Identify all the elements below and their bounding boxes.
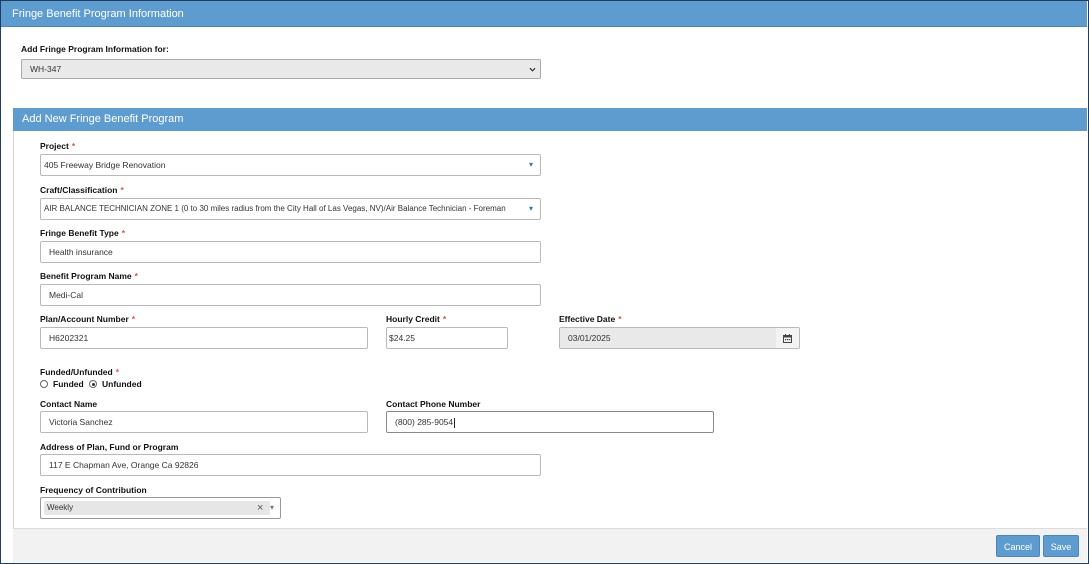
- frequency-value: Weekly: [47, 503, 74, 512]
- page-header: Fringe Benefit Program Information: [1, 1, 1087, 27]
- caret-down-icon: ▾: [528, 204, 533, 213]
- required-marker: *: [618, 314, 622, 324]
- effective-date-label: Effective Date *: [559, 314, 622, 324]
- contact-name-value: Victoria Sanchez: [49, 417, 113, 427]
- benefit-type-value: Health insurance: [49, 247, 113, 257]
- required-marker: *: [442, 314, 447, 324]
- address-label: Address of Plan, Fund or Program: [40, 442, 179, 452]
- save-button[interactable]: Save: [1043, 535, 1079, 557]
- chevron-down-icon: [529, 67, 536, 72]
- required-marker: *: [71, 141, 76, 151]
- hourly-credit-input[interactable]: $24.25: [386, 327, 508, 349]
- program-name-value: Medi-Cal: [49, 290, 84, 300]
- text-cursor: [454, 417, 456, 428]
- program-name-input[interactable]: Medi-Cal: [40, 284, 541, 306]
- benefit-type-input[interactable]: Health insurance: [40, 241, 541, 263]
- craft-label-text: Craft/Classification: [40, 185, 118, 195]
- required-marker: *: [115, 367, 120, 377]
- effective-date-label-text: Effective Date: [559, 314, 616, 324]
- page-title: Fringe Benefit Program Information: [12, 8, 184, 20]
- contact-name-input[interactable]: Victoria Sanchez: [40, 411, 368, 433]
- address-value: 117 E Chapman Ave, Orange Ca 92826: [49, 460, 199, 470]
- benefit-type-label: Fringe Benefit Type *: [40, 228, 125, 238]
- hourly-credit-label-text: Hourly Credit: [386, 314, 440, 324]
- form-footer: [13, 528, 1087, 562]
- frequency-tag: Weekly: [44, 501, 270, 515]
- program-name-label: Benefit Program Name *: [40, 271, 138, 281]
- cancel-button[interactable]: Cancel: [996, 535, 1040, 557]
- craft-select[interactable]: AIR BALANCE TECHNICIAN ZONE 1 (0 to 30 m…: [40, 198, 541, 220]
- clear-icon[interactable]: ×: [257, 498, 263, 518]
- plan-number-label: Plan/Account Number *: [40, 314, 135, 324]
- effective-date-input[interactable]: 03/01/2025: [559, 327, 777, 349]
- frequency-label: Frequency of Contribution: [40, 485, 147, 495]
- add-for-label: Add Fringe Program Information for:: [21, 44, 169, 54]
- project-select[interactable]: 405 Freeway Bridge Renovation ▾: [40, 154, 541, 176]
- unfunded-radio[interactable]: [89, 380, 97, 388]
- project-select-value: 405 Freeway Bridge Renovation: [44, 160, 166, 170]
- project-label: Project *: [40, 141, 75, 151]
- contact-name-label: Contact Name: [40, 399, 98, 409]
- funded-radio-label[interactable]: Funded: [53, 379, 84, 389]
- plan-number-label-text: Plan/Account Number: [40, 314, 129, 324]
- hourly-credit-value: $24.25: [389, 333, 415, 343]
- plan-number-value: H6202321: [49, 333, 89, 343]
- effective-date-value: 03/01/2025: [568, 333, 611, 343]
- benefit-type-label-text: Fringe Benefit Type: [40, 228, 119, 238]
- contact-phone-value: (800) 285-9054: [395, 417, 454, 427]
- funded-label-text: Funded/Unfunded: [40, 367, 113, 377]
- required-marker: *: [131, 314, 136, 324]
- contact-phone-label: Contact Phone Number: [386, 399, 481, 409]
- calendar-icon: [783, 334, 792, 343]
- add-for-select-value: WH-347: [30, 64, 62, 74]
- program-name-label-text: Benefit Program Name: [40, 271, 132, 281]
- funded-label: Funded/Unfunded *: [40, 367, 119, 377]
- address-input[interactable]: 117 E Chapman Ave, Orange Ca 92826: [40, 454, 541, 476]
- unfunded-radio-label[interactable]: Unfunded: [102, 379, 142, 389]
- funded-radio[interactable]: [40, 380, 48, 388]
- frequency-select[interactable]: Weekly × ▾: [40, 497, 281, 519]
- craft-label: Craft/Classification *: [40, 185, 124, 195]
- required-marker: *: [134, 271, 138, 281]
- plan-number-input[interactable]: H6202321: [40, 327, 368, 349]
- required-marker: *: [120, 185, 124, 195]
- section-title: Add New Fringe Benefit Program: [22, 113, 184, 125]
- caret-down-icon: ▾: [528, 160, 533, 169]
- add-for-select[interactable]: WH-347: [21, 59, 541, 79]
- contact-phone-input[interactable]: (800) 285-9054: [386, 411, 714, 433]
- required-marker: *: [121, 228, 126, 238]
- craft-select-value: AIR BALANCE TECHNICIAN ZONE 1 (0 to 30 m…: [44, 204, 506, 213]
- caret-down-icon[interactable]: ▾: [270, 498, 274, 518]
- calendar-button[interactable]: [776, 327, 800, 349]
- hourly-credit-label: Hourly Credit *: [386, 314, 446, 324]
- project-label-text: Project: [40, 141, 69, 151]
- section-header: Add New Fringe Benefit Program: [13, 108, 1087, 131]
